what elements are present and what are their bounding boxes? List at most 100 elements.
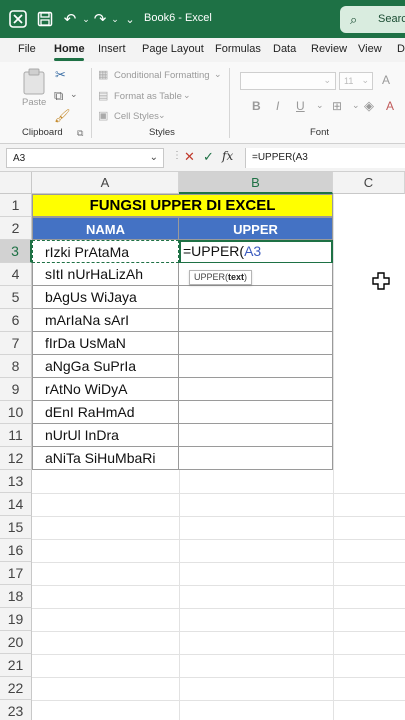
cancel-icon[interactable]: ✕ (184, 149, 195, 165)
fill-color-icon[interactable]: ◈ (364, 98, 374, 114)
worksheet-grid[interactable]: A B C 1 2 3 4 5 6 7 8 9 10 11 12 13 14 1… (0, 172, 405, 720)
upper-cell[interactable] (179, 447, 333, 470)
copy-icon[interactable]: ⧉ (54, 88, 63, 104)
font-color-icon[interactable]: A (386, 99, 394, 113)
insert-function-icon[interactable]: fx (222, 149, 233, 163)
name-cell[interactable]: mArIaNa sArI (32, 309, 179, 332)
tab-insert[interactable]: Insert (98, 43, 126, 55)
cell-styles-button[interactable]: Cell Styles (114, 111, 159, 122)
font-name-box[interactable]: ⌄ (240, 72, 336, 90)
cut-icon[interactable]: ✂ (55, 67, 66, 83)
row-header[interactable]: 9 (0, 378, 32, 401)
row-header[interactable]: 11 (0, 424, 32, 447)
row-header[interactable]: 14 (0, 493, 32, 516)
format-as-table-button[interactable]: Format as Table (114, 91, 182, 102)
font-size-box[interactable]: 11 ⌄ (339, 72, 373, 90)
borders-dropdown-icon[interactable]: ⌄ (352, 100, 360, 111)
row-header[interactable]: 18 (0, 585, 32, 608)
upper-cell[interactable] (179, 309, 333, 332)
row-header[interactable]: 2 (0, 217, 32, 240)
tab-home[interactable]: Home (54, 43, 85, 55)
formula-input[interactable]: =UPPER(A3 (245, 148, 405, 168)
gridline (32, 677, 405, 678)
upper-cell[interactable] (179, 286, 333, 309)
increase-font-icon[interactable]: A (382, 73, 390, 87)
gridline (32, 631, 405, 632)
row-header[interactable]: 21 (0, 654, 32, 677)
row-header[interactable]: 19 (0, 608, 32, 631)
row-header[interactable]: 13 (0, 470, 32, 493)
name-cell[interactable]: dEnI RaHmAd (32, 401, 179, 424)
italic-icon[interactable]: I (276, 99, 279, 113)
underline-icon[interactable]: U (296, 99, 305, 113)
name-cell[interactable]: nUrUl InDra (32, 424, 179, 447)
name-cell[interactable]: rAtNo WiDyA (32, 378, 179, 401)
title-bar: ↶ ⌄ ↷ ⌄ ⌄ Book6 - Excel ⌕ Searc (0, 0, 405, 38)
column-header-c[interactable]: C (333, 172, 405, 194)
cell-styles-dropdown-icon[interactable]: ⌄ (158, 110, 166, 121)
name-cell[interactable]: aNgGa SuPrIa (32, 355, 179, 378)
styles-group-label: Styles (149, 127, 175, 138)
upper-cell[interactable] (179, 332, 333, 355)
name-cell[interactable]: fIrDa UsMaN (32, 332, 179, 355)
gridline (32, 516, 405, 517)
copy-dropdown-icon[interactable]: ⌄ (70, 89, 78, 100)
row-header[interactable]: 10 (0, 401, 32, 424)
column-header-a[interactable]: A (32, 172, 179, 194)
row-header[interactable]: 23 (0, 700, 32, 720)
clipboard-launcher-icon[interactable]: ⧉ (77, 128, 83, 139)
row-header[interactable]: 22 (0, 677, 32, 700)
enter-icon[interactable]: ✓ (203, 149, 214, 165)
row-header[interactable]: 15 (0, 516, 32, 539)
font-group-label: Font (310, 127, 330, 138)
search-box[interactable]: ⌕ Searc (340, 6, 405, 33)
paste-icon[interactable] (22, 68, 46, 96)
row-header[interactable]: 7 (0, 332, 32, 355)
format-painter-icon[interactable]: 🖌 (54, 108, 71, 124)
row-header[interactable]: 17 (0, 562, 32, 585)
row-header[interactable]: 20 (0, 631, 32, 654)
title-cell[interactable]: FUNGSI UPPER DI EXCEL (32, 194, 333, 217)
tab-formulas[interactable]: Formulas (215, 43, 261, 55)
format-as-table-dropdown-icon[interactable]: ⌄ (183, 90, 191, 101)
underline-dropdown-icon[interactable]: ⌄ (316, 100, 324, 111)
tab-view[interactable]: View (358, 43, 382, 55)
row-header[interactable]: 6 (0, 309, 32, 332)
borders-icon[interactable]: ⊞ (332, 99, 342, 113)
save-icon[interactable] (35, 9, 55, 29)
bold-icon[interactable]: B (252, 99, 261, 113)
search-label: Searc (378, 13, 405, 25)
row-header[interactable]: 8 (0, 355, 32, 378)
row-header[interactable]: 4 (0, 263, 32, 286)
tab-data[interactable]: Data (273, 43, 296, 55)
name-cell[interactable]: sItI nUrHaLizAh (32, 263, 179, 286)
header-cell-nama[interactable]: NAMA (32, 217, 179, 240)
active-cell[interactable]: =UPPER(A3 (179, 240, 333, 264)
conditional-formatting-button[interactable]: Conditional Formatting (114, 70, 210, 81)
name-box-dropdown-icon[interactable]: ⌄ (150, 152, 158, 163)
name-cell[interactable]: rIzki PrAtaMa (32, 240, 179, 263)
upper-cell[interactable] (179, 355, 333, 378)
function-tooltip[interactable]: UPPER(text) (189, 270, 253, 285)
tab-page-layout[interactable]: Page Layout (142, 43, 204, 55)
upper-cell[interactable] (179, 424, 333, 447)
row-header[interactable]: 3 (0, 240, 32, 263)
tab-file[interactable]: File (18, 43, 36, 55)
select-all-corner[interactable] (0, 172, 32, 194)
formula-bar-handle-icon[interactable]: ⋮ (172, 150, 182, 161)
upper-cell[interactable] (179, 401, 333, 424)
column-header-b[interactable]: B (179, 172, 333, 194)
row-header[interactable]: 5 (0, 286, 32, 309)
name-cell[interactable]: aNiTa SiHuMbaRi (32, 447, 179, 470)
row-header[interactable]: 12 (0, 447, 32, 470)
row-header[interactable]: 1 (0, 194, 32, 217)
name-box[interactable]: A3 ⌄ (6, 148, 164, 168)
row-header[interactable]: 16 (0, 539, 32, 562)
name-cell[interactable]: bAgUs WiJaya (32, 286, 179, 309)
upper-cell[interactable] (179, 378, 333, 401)
tab-developer[interactable]: Dev (397, 43, 405, 55)
conditional-formatting-dropdown-icon[interactable]: ⌄ (214, 69, 222, 80)
tab-review[interactable]: Review (311, 43, 347, 55)
header-cell-upper[interactable]: UPPER (179, 217, 333, 240)
customize-toolbar-icon[interactable]: ⌄ (120, 9, 140, 29)
